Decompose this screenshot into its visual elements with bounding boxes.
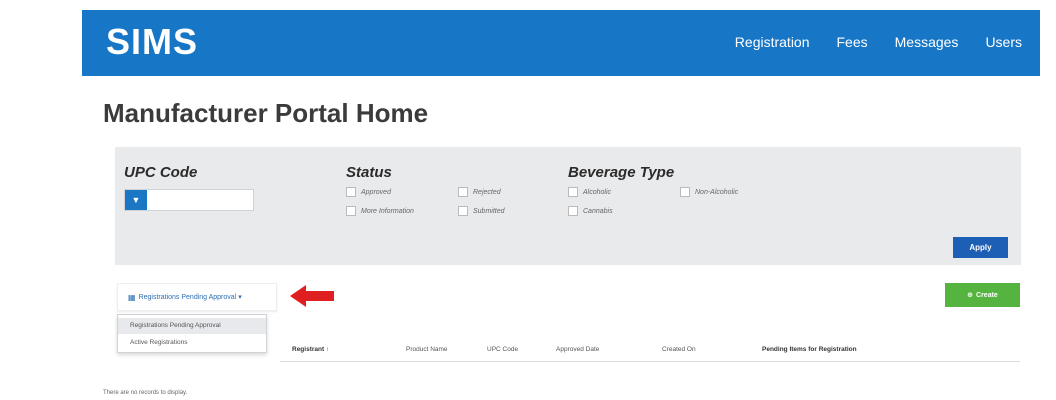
column-registrant[interactable]: Registrant ↑ (292, 346, 329, 353)
checkbox-box[interactable] (458, 206, 468, 216)
column-label: Registrant (292, 346, 325, 353)
create-button-label: Create (976, 291, 998, 299)
checkbox-box[interactable] (346, 187, 356, 197)
status-label: Status (346, 164, 392, 181)
checkbox-box[interactable] (568, 187, 578, 197)
caret-down-icon: ▾ (238, 294, 242, 301)
sims-logo[interactable]: SIMS (106, 22, 198, 62)
upc-code-input[interactable]: ▼ (124, 189, 254, 211)
red-arrow-annotation (290, 285, 334, 307)
checkbox-label: Non-Alcoholic (695, 188, 739, 196)
checkbox-label: Approved (361, 188, 391, 196)
apply-button[interactable]: Apply (953, 237, 1008, 258)
status-submitted-checkbox[interactable]: Submitted (458, 206, 505, 216)
view-select-dropdown[interactable]: ▦ Registrations Pending Approval ▾ (117, 283, 277, 311)
checkbox-box[interactable] (458, 187, 468, 197)
status-rejected-checkbox[interactable]: Rejected (458, 187, 501, 197)
beverage-alcoholic-checkbox[interactable]: Alcoholic (568, 187, 611, 197)
grid-icon: ▦ (128, 292, 136, 302)
page-title: Manufacturer Portal Home (103, 98, 429, 128)
beverage-cannabis-checkbox[interactable]: Cannabis (568, 206, 613, 216)
beverage-type-label: Beverage Type (568, 164, 675, 181)
checkbox-box[interactable] (346, 206, 356, 216)
sort-up-icon: ↑ (325, 346, 330, 353)
column-product-name[interactable]: Product Name (406, 346, 448, 353)
column-approved-date[interactable]: Approved Date (556, 346, 599, 353)
status-approved-checkbox[interactable]: Approved (346, 187, 391, 197)
upc-code-label: UPC Code (124, 164, 198, 181)
table-header: Registrant ↑ Product Name UPC Code Appro… (280, 340, 1020, 362)
nav-users[interactable]: Users (985, 34, 1022, 50)
column-pending-items[interactable]: Pending Items for Registration (762, 346, 857, 353)
checkbox-label: Alcoholic (583, 188, 612, 196)
page: SIMS Registration Fees Messages Users Ma… (0, 0, 1056, 400)
main-nav: Registration Fees Messages Users (708, 34, 1022, 50)
view-select-label: Registrations Pending Approval (138, 293, 237, 301)
nav-fees[interactable]: Fees (837, 34, 868, 50)
menu-item-pending-approval[interactable]: Registrations Pending Approval (118, 318, 266, 334)
checkbox-label: More Information (361, 207, 414, 215)
view-dropdown-menu: Registrations Pending Approval Active Re… (117, 314, 267, 353)
column-upc-code[interactable]: UPC Code (487, 346, 518, 353)
checkbox-box[interactable] (568, 206, 578, 216)
upc-dropdown-icon[interactable]: ▼ (125, 190, 147, 210)
empty-table-message: There are no records to display. (103, 390, 188, 396)
plus-circle-icon: ⊕ (967, 292, 974, 299)
filter-panel: UPC Code ▼ Status Approved Rejected More… (115, 147, 1021, 265)
checkbox-label: Rejected (473, 188, 501, 196)
nav-registration[interactable]: Registration (735, 34, 810, 50)
beverage-non-alcoholic-checkbox[interactable]: Non-Alcoholic (680, 187, 738, 197)
create-button[interactable]: ⊕ Create (945, 283, 1020, 307)
checkbox-box[interactable] (680, 187, 690, 197)
menu-item-active-registrations[interactable]: Active Registrations (118, 335, 266, 351)
checkbox-label: Cannabis (583, 207, 613, 215)
top-navigation-bar: SIMS Registration Fees Messages Users (82, 10, 1040, 76)
column-created-on[interactable]: Created On (662, 346, 696, 353)
checkbox-label: Submitted (473, 207, 505, 215)
status-more-information-checkbox[interactable]: More Information (346, 206, 414, 216)
nav-messages[interactable]: Messages (895, 34, 959, 50)
